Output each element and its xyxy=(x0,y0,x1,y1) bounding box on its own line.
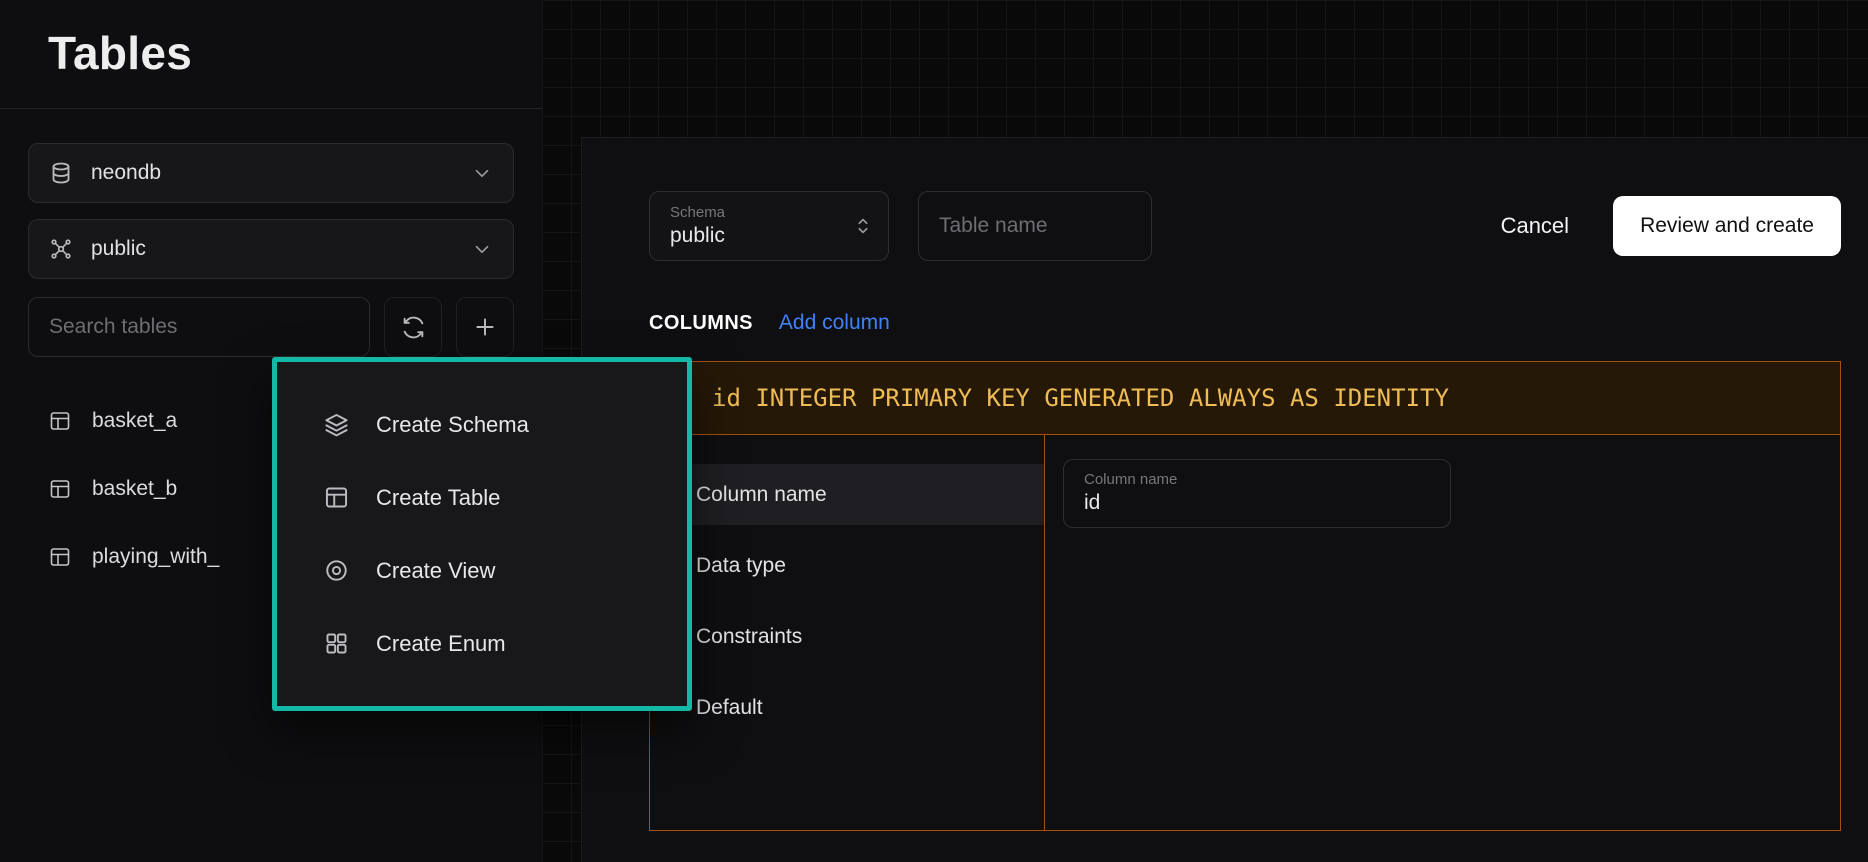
app: Tables neondb xyxy=(0,0,1868,862)
schema-selector-value: public xyxy=(91,237,453,261)
column-editor-detail: Column name xyxy=(1044,435,1840,830)
table-icon xyxy=(48,545,72,569)
database-icon xyxy=(49,161,73,185)
review-and-create-button[interactable]: Review and create xyxy=(1613,196,1841,256)
canvas: Schema public Cancel Review and create C… xyxy=(542,0,1868,862)
create-table-panel: Schema public Cancel Review and create C… xyxy=(581,137,1868,862)
column-name-input[interactable] xyxy=(1084,488,1430,515)
columns-header-row: COLUMNS Add column xyxy=(649,311,1841,335)
search-input[interactable] xyxy=(28,297,370,357)
menu-item-create-view[interactable]: Create View xyxy=(277,534,687,607)
page-title: Tables xyxy=(48,26,542,80)
column-sql-text: id INTEGER PRIMARY KEY GENERATED ALWAYS … xyxy=(712,384,1449,412)
menu-item-label: Create Enum xyxy=(376,631,506,657)
panel-topbar: Schema public Cancel Review and create xyxy=(649,191,1841,261)
table-icon xyxy=(48,409,72,433)
eye-icon xyxy=(323,557,350,584)
column-name-field-label: Column name xyxy=(1084,471,1430,488)
table-icon xyxy=(323,484,350,511)
refresh-icon xyxy=(401,315,426,340)
schema-selector[interactable]: public xyxy=(28,219,514,279)
menu-item-create-table[interactable]: Create Table xyxy=(277,461,687,534)
sidebar-controls: neondb public xyxy=(0,109,542,357)
column-editor: id INTEGER PRIMARY KEY GENERATED ALWAYS … xyxy=(649,361,1841,831)
add-column-link[interactable]: Add column xyxy=(779,311,890,335)
editor-row-constraints[interactable]: Constraints xyxy=(650,606,1044,667)
table-name-input[interactable] xyxy=(918,191,1152,261)
schema-select-label: Schema xyxy=(670,204,852,221)
schema-select[interactable]: Schema public xyxy=(649,191,889,261)
plus-icon xyxy=(472,314,498,340)
search-row xyxy=(28,297,514,357)
table-icon xyxy=(48,477,72,501)
refresh-button[interactable] xyxy=(384,297,442,357)
menu-item-label: Create View xyxy=(376,558,495,584)
column-name-field[interactable]: Column name xyxy=(1063,459,1451,528)
chevrons-up-down-icon xyxy=(852,215,874,237)
columns-label: COLUMNS xyxy=(649,312,753,335)
schema-select-texts: Schema public xyxy=(670,204,852,248)
database-selector-value: neondb xyxy=(91,161,453,185)
chevron-down-icon xyxy=(471,162,493,184)
table-name-label: basket_a xyxy=(92,409,177,433)
editor-row-default[interactable]: Default xyxy=(650,677,1044,738)
database-selector[interactable]: neondb xyxy=(28,143,514,203)
column-editor-body: Column name Data type Constraints Defaul… xyxy=(650,435,1840,830)
menu-item-label: Create Table xyxy=(376,485,500,511)
menu-item-create-enum[interactable]: Create Enum xyxy=(277,607,687,680)
chevron-down-icon xyxy=(471,238,493,260)
schema-select-value: public xyxy=(670,224,852,248)
table-name-label: basket_b xyxy=(92,477,177,501)
grid-icon xyxy=(323,630,350,657)
menu-item-create-schema[interactable]: Create Schema xyxy=(277,388,687,461)
column-sql-row[interactable]: id INTEGER PRIMARY KEY GENERATED ALWAYS … xyxy=(650,362,1840,435)
create-context-menu: Create Schema Create Table Create View C… xyxy=(272,357,692,711)
editor-row-column-name[interactable]: Column name xyxy=(650,464,1044,525)
table-name-label: playing_with_ xyxy=(92,545,219,569)
add-table-button[interactable] xyxy=(456,297,514,357)
cancel-button[interactable]: Cancel xyxy=(1501,213,1569,239)
layers-icon xyxy=(323,411,350,438)
editor-row-data-type[interactable]: Data type xyxy=(650,535,1044,596)
schema-icon xyxy=(49,237,73,261)
column-editor-nav: Column name Data type Constraints Defaul… xyxy=(650,435,1044,830)
menu-item-label: Create Schema xyxy=(376,412,529,438)
